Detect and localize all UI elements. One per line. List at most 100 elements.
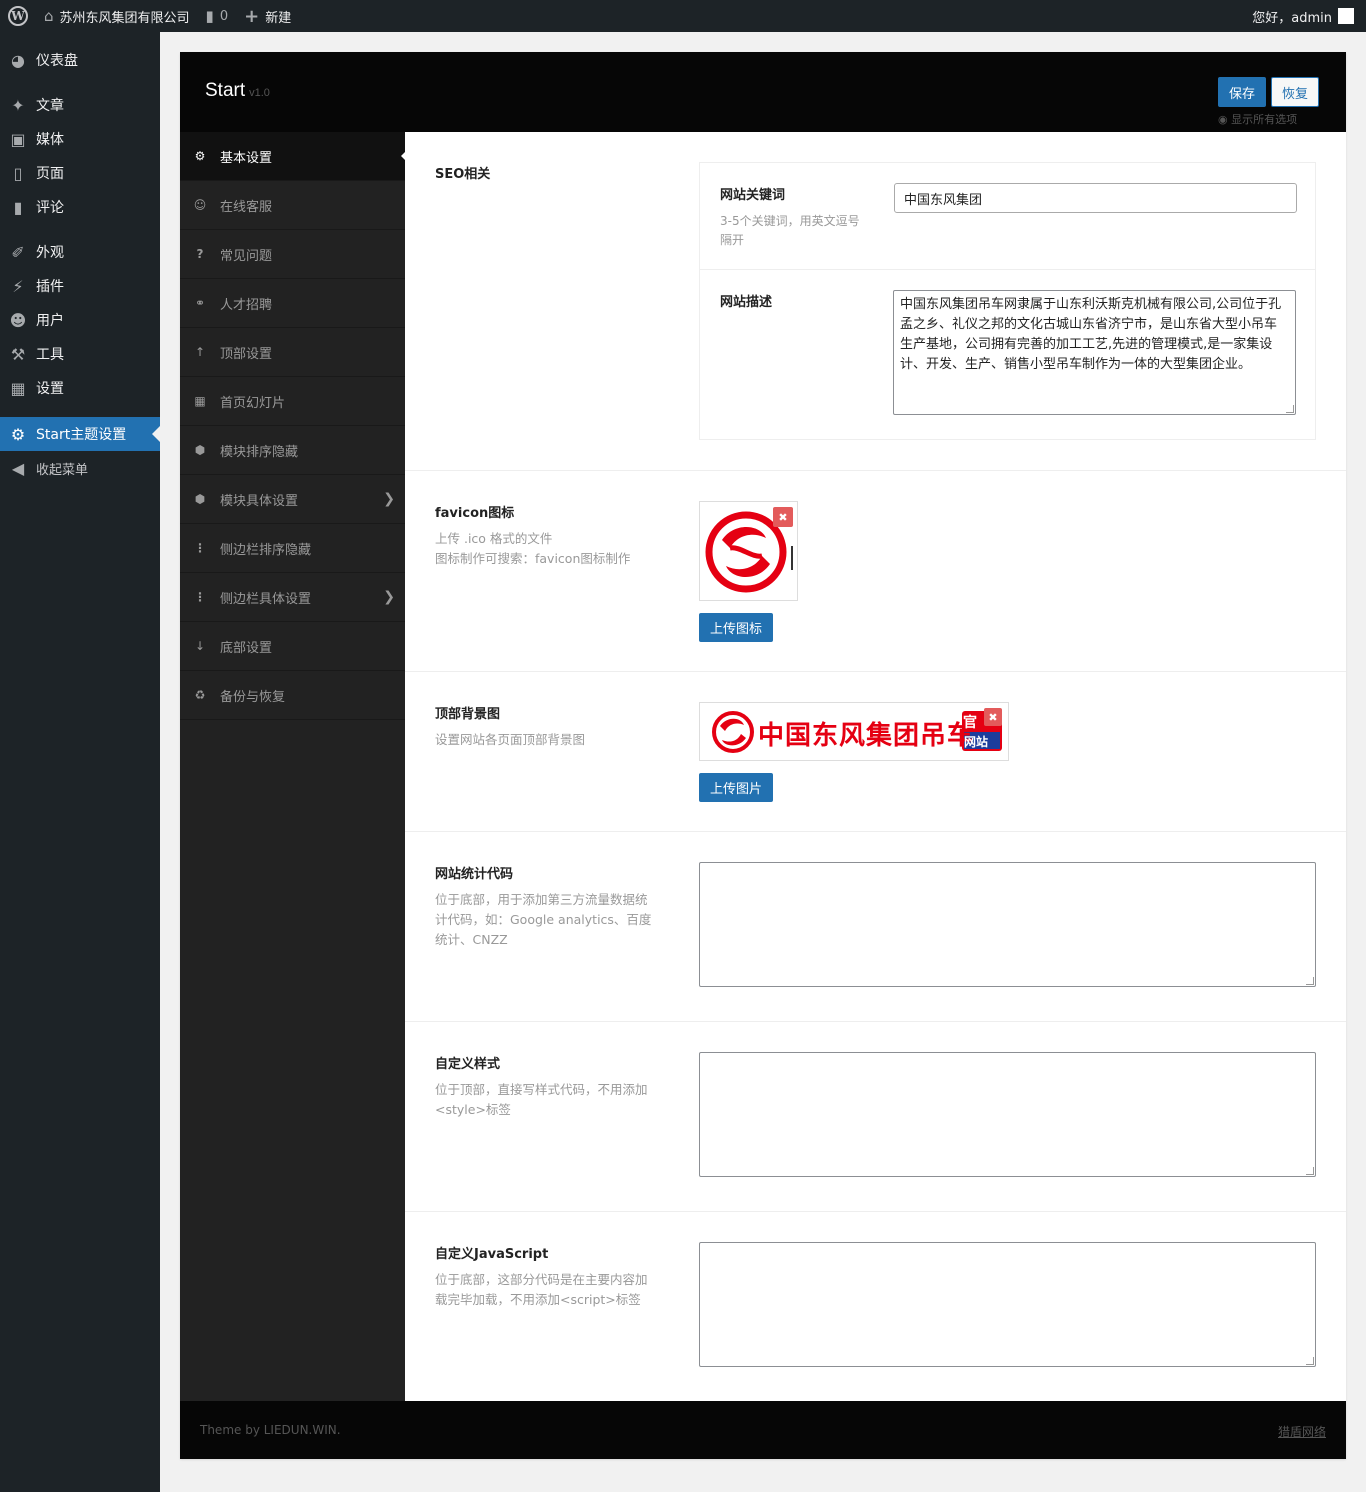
eye-icon: ◉ <box>1218 113 1228 126</box>
sidebar-item-label: 页面 <box>36 166 64 182</box>
resize-handle-icon[interactable] <box>1306 1357 1314 1365</box>
custom-js-textarea[interactable] <box>699 1242 1316 1367</box>
custom-css-textarea[interactable] <box>699 1052 1316 1177</box>
upload-header-bg-button[interactable]: 上传图片 <box>699 773 773 802</box>
author-link[interactable]: 猎盾网络 <box>1278 1423 1326 1440</box>
header-bg-section: 顶部背景图 设置网站各页面顶部背景图 中国东风集团吊车 官 网站 ✖ 上传图片 <box>405 672 1346 832</box>
sidebar-item-label: 插件 <box>36 279 64 295</box>
sidebar-item-settings[interactable]: ▦ 设置 <box>0 371 160 405</box>
nav-item-module-order[interactable]: ⬢ 模块排序隐藏 <box>180 426 405 475</box>
sidebar-item-appearance[interactable]: ✐ 外观 <box>0 235 160 269</box>
panel-title: Start v1.0 <box>205 80 270 102</box>
wrench-icon: ⚒ <box>10 344 26 364</box>
sidebar-item-label: 文章 <box>36 98 64 114</box>
banner-badge-bottom: 网站 <box>964 735 989 749</box>
collapse-menu-button[interactable]: ◀ 收起菜单 <box>0 451 160 485</box>
my-account-menu[interactable]: 您好，admin <box>1244 0 1366 32</box>
options-content: SEO相关 网站关键词 3-5个关键词，用英文逗号隔开 中国东风集团 网站描述 … <box>405 132 1346 1401</box>
nav-item-label: 首页幻灯片 <box>220 395 286 411</box>
custom-css-section: 自定义样式 位于顶部，直接写样式代码，不用添加<style>标签 <box>405 1022 1346 1212</box>
nav-item-faq[interactable]: ? 常见问题 <box>180 230 405 279</box>
resize-handle-icon[interactable] <box>1306 1167 1314 1175</box>
nav-item-backup-restore[interactable]: ♻ 备份与恢复 <box>180 671 405 720</box>
sidebar-item-pages[interactable]: ▯ 页面 <box>0 156 160 190</box>
question-icon: ? <box>196 247 204 261</box>
page-icon: ▯ <box>13 163 23 183</box>
nav-item-home-slides[interactable]: ▦ 首页幻灯片 <box>180 377 405 426</box>
theme-credit: Theme by LIEDUN.WIN. <box>200 1423 341 1437</box>
description-textarea[interactable]: 中国东风集团吊车网隶属于山东利沃斯克机械有限公司,公司位于孔孟之乡、礼仪之邦的文… <box>893 290 1296 415</box>
nav-item-online-service[interactable]: ☺ 在线客服 <box>180 181 405 230</box>
admin-sidebar: ◕ 仪表盘 ✦ 文章 ▣ 媒体 ▯ 页面 ▮ 评论 ✐ 外观 ⚡ 插件 ☻ 用户… <box>0 32 160 1492</box>
arrow-down-icon: ↓ <box>194 639 206 653</box>
appearance-icon: ✐ <box>11 242 25 262</box>
stats-desc: 位于底部，用于添加第三方流量数据统计代码，如：Google analytics、… <box>435 892 652 947</box>
stats-code-textarea[interactable] <box>699 862 1316 987</box>
new-label: 新建 <box>265 10 292 26</box>
pin-icon: ✦ <box>11 95 25 115</box>
user-outline-icon: ☺ <box>193 198 207 212</box>
sidebar-item-users[interactable]: ☻ 用户 <box>0 303 160 337</box>
favicon-desc-line2: 图标制作可搜索：favicon图标制作 <box>435 551 631 566</box>
show-all-label: 显示所有选项 <box>1231 113 1298 126</box>
comment-icon: ▮ <box>13 197 23 217</box>
comments-link[interactable]: ▮ 0 <box>198 0 237 32</box>
vertical-dots-icon: ⋮ <box>194 590 206 604</box>
resize-handle-icon[interactable] <box>1306 977 1314 985</box>
new-content-link[interactable]: + 新建 <box>236 0 299 32</box>
cube-icon: ⬢ <box>194 492 206 506</box>
wordpress-logo-menu[interactable]: W <box>0 0 36 32</box>
remove-header-bg-button[interactable]: ✖ <box>984 708 1002 726</box>
nav-item-label: 在线客服 <box>220 199 273 215</box>
nav-item-label: 基本设置 <box>220 150 273 166</box>
dashboard-icon: ◕ <box>11 50 25 70</box>
section-title: favicon图标 <box>435 506 515 521</box>
nav-item-footer-settings[interactable]: ↓ 底部设置 <box>180 622 405 671</box>
nav-item-recruitment[interactable]: ⚭ 人才招聘 <box>180 279 405 328</box>
sidebar-item-comments[interactable]: ▮ 评论 <box>0 190 160 224</box>
sidebar-item-plugins[interactable]: ⚡ 插件 <box>0 269 160 303</box>
vertical-dots-icon: ⋮ <box>194 541 206 555</box>
options-nav: ⚙ 基本设置 ☺ 在线客服 ? 常见问题 ⚭ 人才招聘 ↑ 顶部设置 ▦ 首页幻… <box>180 132 405 1401</box>
sidebar-item-label: Start主题设置 <box>36 427 127 443</box>
plus-icon: + <box>244 5 260 27</box>
site-name: 苏州东风集团有限公司 <box>59 10 190 26</box>
description-label: 网站描述 <box>720 295 773 310</box>
nav-item-sidebar-order[interactable]: ⋮ 侧边栏排序隐藏 <box>180 524 405 573</box>
reset-button[interactable]: 恢复 <box>1271 77 1319 107</box>
sidebar-item-dashboard[interactable]: ◕ 仪表盘 <box>0 43 160 77</box>
sidebar-item-label: 仪表盘 <box>36 53 78 69</box>
banner-text: 中国东风集团吊车 <box>758 721 975 751</box>
favicon-section: favicon图标 上传 .ico 格式的文件 图标制作可搜索：favicon图… <box>405 471 1346 672</box>
keywords-label: 网站关键词 <box>720 188 786 203</box>
arrow-up-icon: ↑ <box>194 345 206 359</box>
site-name-link[interactable]: ⌂ 苏州东风集团有限公司 <box>36 0 198 32</box>
save-button[interactable]: 保存 <box>1218 77 1266 107</box>
home-icon: ⌂ <box>44 7 54 25</box>
show-all-options-link[interactable]: ◉ 显示所有选项 <box>1218 111 1297 127</box>
section-title: 自定义JavaScript <box>435 1247 549 1262</box>
nav-item-module-settings[interactable]: ⬢ 模块具体设置 ❯ <box>180 475 405 524</box>
comment-bubble-icon: ▮ <box>205 7 214 25</box>
nav-item-basic-settings[interactable]: ⚙ 基本设置 <box>180 132 405 181</box>
keywords-input[interactable]: 中国东风集团 <box>894 183 1297 213</box>
plugin-icon: ⚡ <box>12 276 24 296</box>
nav-item-top-settings[interactable]: ↑ 顶部设置 <box>180 328 405 377</box>
upload-favicon-button[interactable]: 上传图标 <box>699 613 773 642</box>
section-title: 网站统计代码 <box>435 867 514 882</box>
nav-item-label: 常见问题 <box>220 248 273 264</box>
cube-icon: ⬢ <box>194 443 206 457</box>
description-text: 中国东风集团吊车网隶属于山东利沃斯克机械有限公司,公司位于孔孟之乡、礼仪之邦的文… <box>900 297 1282 372</box>
sidebar-item-start-theme[interactable]: ⚙ Start主题设置 <box>0 417 160 451</box>
sidebar-item-label: 用户 <box>36 313 64 329</box>
sidebar-item-label: 评论 <box>36 200 64 216</box>
sidebar-item-media[interactable]: ▣ 媒体 <box>0 122 160 156</box>
favicon-desc-line1: 上传 .ico 格式的文件 <box>435 531 553 546</box>
remove-favicon-button[interactable]: ✖ <box>773 507 793 527</box>
sidebar-item-tools[interactable]: ⚒ 工具 <box>0 337 160 371</box>
custom-js-section: 自定义JavaScript 位于底部，这部分代码是在主要内容加载完毕加载，不用添… <box>405 1212 1346 1401</box>
nav-item-sidebar-settings[interactable]: ⋮ 侧边栏具体设置 ❯ <box>180 573 405 622</box>
nav-item-label: 模块具体设置 <box>220 493 299 509</box>
resize-handle-icon[interactable] <box>1286 405 1294 413</box>
sidebar-item-posts[interactable]: ✦ 文章 <box>0 88 160 122</box>
